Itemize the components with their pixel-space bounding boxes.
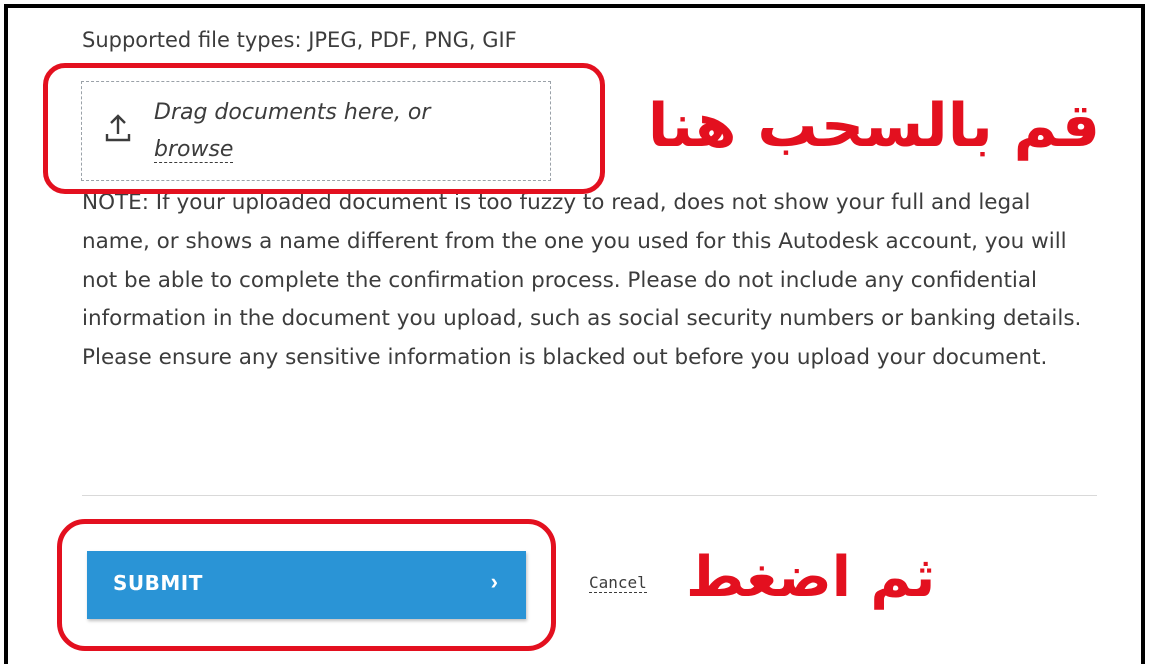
submit-highlight-annotation <box>57 519 556 651</box>
dropzone-highlight-annotation <box>43 63 605 194</box>
upload-note: NOTE: If your uploaded document is too f… <box>82 190 1082 371</box>
cancel-link[interactable]: Cancel <box>589 573 647 593</box>
then-press-annotation: ثم اضغط <box>686 545 936 610</box>
supported-file-types: Supported file types: JPEG, PDF, PNG, GI… <box>82 28 517 52</box>
drag-here-annotation: قم بالسحب هنا <box>647 91 1100 161</box>
divider <box>82 495 1097 496</box>
